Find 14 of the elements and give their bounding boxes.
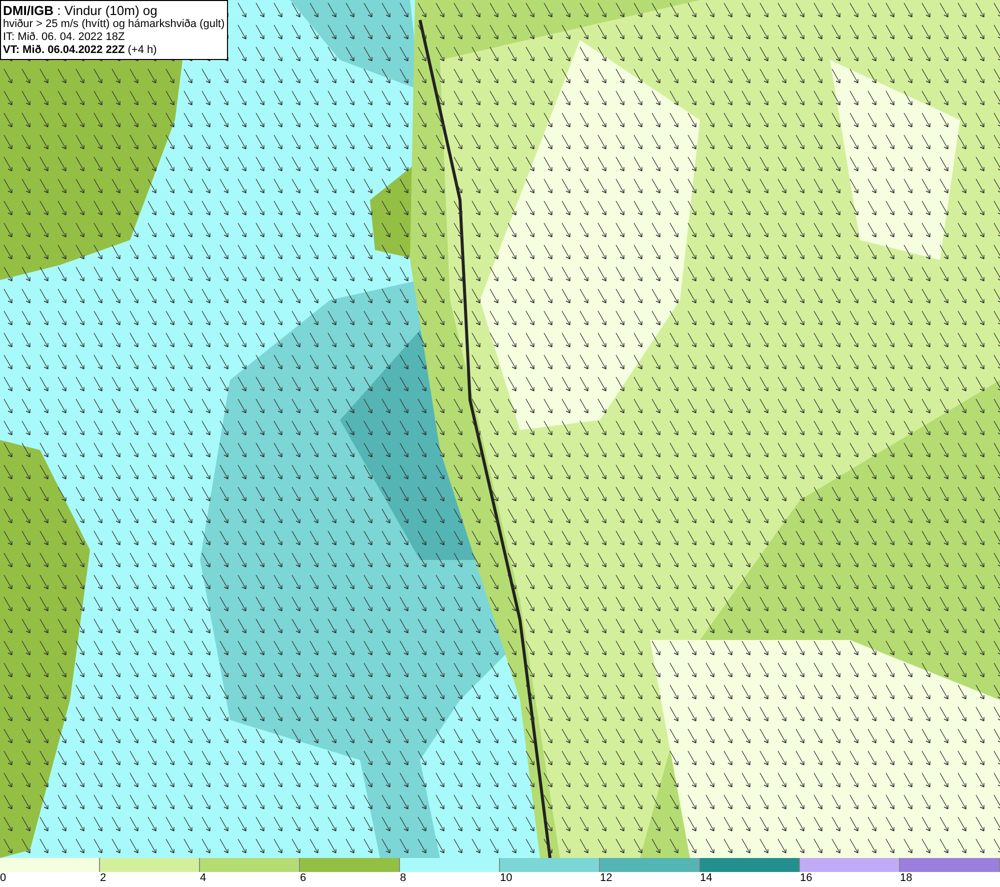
legend-label: 16	[800, 872, 812, 885]
legend-label: 4	[200, 872, 206, 885]
legend-label: 12	[600, 872, 612, 885]
legend-label: 10	[500, 872, 512, 885]
legend-label: 2	[100, 872, 106, 885]
legend-label: 14	[700, 872, 712, 885]
info-text: hviður > 25 m/s (hvítt) og hámarkshviða (gult)	[3, 18, 225, 31]
info-text: DMI/IGB : Vindur (10m) og	[3, 3, 158, 18]
legend-label: 6	[300, 872, 306, 885]
legend-label: 8	[400, 872, 406, 885]
info-text: VT: Mið. 06.04.2022 22Z (+4 h)	[3, 44, 158, 57]
legend-label: 0	[0, 872, 6, 885]
legend-label: 18	[900, 872, 912, 885]
info-text: IT: Mið. 06. 04. 2022 18Z	[3, 31, 126, 44]
